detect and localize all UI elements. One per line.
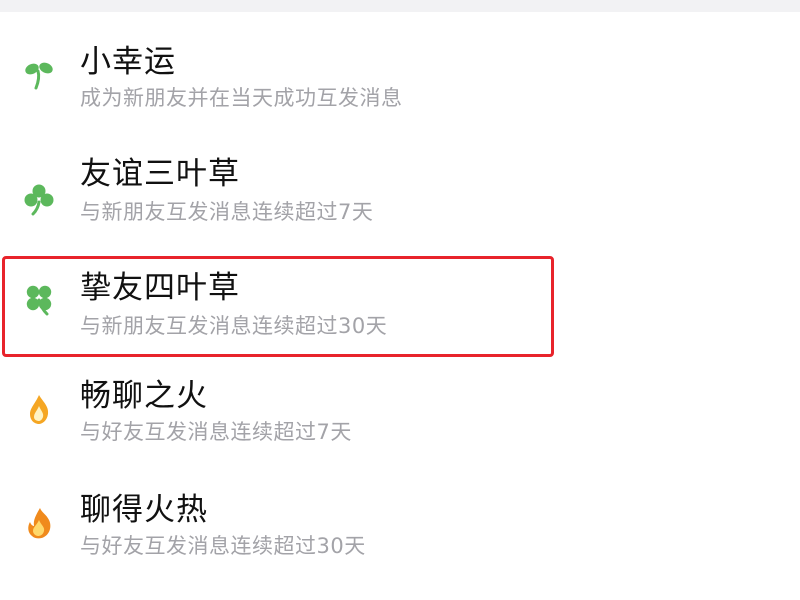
item-title: 友谊三叶草 [80, 156, 240, 192]
small-flame-icon [22, 392, 56, 426]
item-subtitle: 与新朋友互发消息连续超过7天 [80, 200, 374, 224]
list-item-chang-liao-zhi-huo[interactable]: 畅聊之火 与好友互发消息连续超过7天 [0, 354, 800, 468]
list-item-you-yi-san-ye-cao[interactable]: 友谊三叶草 与新朋友互发消息连续超过7天 [0, 126, 800, 240]
item-subtitle: 成为新朋友并在当天成功互发消息 [80, 86, 403, 110]
item-title: 挚友四叶草 [80, 270, 240, 306]
item-title: 畅聊之火 [80, 378, 208, 414]
badge-list: 小幸运 成为新朋友并在当天成功互发消息 友谊三叶草 与新朋友互发消息连续超过7天 [0, 12, 800, 582]
four-leaf-clover-icon [22, 282, 56, 316]
list-item-zhi-you-si-ye-cao[interactable]: 挚友四叶草 与新朋友互发消息连续超过30天 [0, 240, 800, 354]
three-leaf-clover-icon [22, 182, 56, 216]
item-title: 小幸运 [80, 44, 176, 80]
sprout-icon [22, 58, 56, 92]
item-subtitle: 与好友互发消息连续超过7天 [80, 420, 352, 444]
item-title: 聊得火热 [80, 492, 208, 528]
item-subtitle: 与好友互发消息连续超过30天 [80, 534, 366, 558]
big-flame-icon [22, 506, 56, 540]
item-subtitle: 与新朋友互发消息连续超过30天 [80, 314, 388, 338]
top-strip [0, 0, 800, 12]
list-item-xiao-xing-yun[interactable]: 小幸运 成为新朋友并在当天成功互发消息 [0, 12, 800, 126]
list-item-liao-de-huo-re[interactable]: 聊得火热 与好友互发消息连续超过30天 [0, 468, 800, 582]
